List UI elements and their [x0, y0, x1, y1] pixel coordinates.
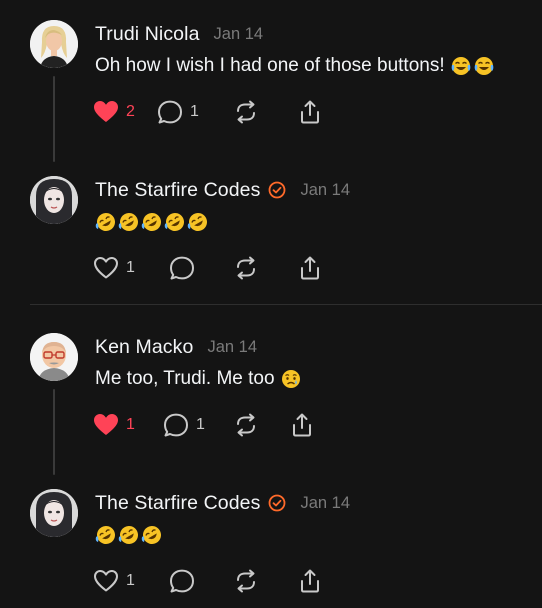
rolling-laughing-emoji [118, 212, 141, 232]
repost-icon [233, 256, 259, 280]
reply-button[interactable]: 1 [157, 100, 233, 124]
thread-line [53, 76, 55, 162]
author-name[interactable]: Trudi Nicola [95, 23, 200, 46]
author-name[interactable]: The Starfire Codes [95, 492, 260, 515]
avatar-trudi[interactable] [30, 20, 78, 68]
rolling-laughing-emoji [95, 525, 118, 545]
share-icon [289, 413, 315, 437]
repost-icon [233, 100, 259, 124]
rolling-laughing-emoji [187, 212, 210, 232]
post-date[interactable]: Jan 14 [300, 181, 350, 200]
post-header: The Starfire Codes Jan 14 [95, 490, 350, 516]
verified-badge-icon [268, 181, 286, 199]
post-text [95, 209, 210, 235]
post-text-content: Oh how I wish I had one of those buttons… [95, 55, 450, 76]
laughing-tears-emoji [473, 56, 496, 76]
heart-icon [93, 256, 119, 280]
repost-button[interactable] [233, 569, 297, 593]
avatar-trudi-image [30, 20, 78, 68]
avatar-starfire[interactable] [30, 489, 78, 537]
repost-icon [233, 413, 259, 437]
post-date[interactable]: Jan 14 [207, 338, 257, 357]
share-button[interactable] [297, 256, 323, 280]
post-header: Ken Macko Jan 14 [95, 334, 257, 360]
like-count: 2 [126, 103, 135, 120]
post-date[interactable]: Jan 14 [300, 494, 350, 513]
post-text [95, 522, 164, 548]
avatar-starfire-image [30, 176, 78, 224]
repost-button[interactable] [233, 256, 297, 280]
rolling-laughing-emoji [141, 212, 164, 232]
post-text: Me too, Trudi. Me too [95, 366, 303, 392]
avatar-ken-image [30, 333, 78, 381]
thread-line [53, 389, 55, 475]
reply-count: 1 [196, 416, 205, 433]
post-text-content: Me too, Trudi. Me too [95, 368, 280, 389]
comment-icon [169, 256, 195, 280]
post-header: Trudi Nicola Jan 14 [95, 21, 263, 47]
rolling-laughing-emoji [164, 212, 187, 232]
heart-filled-icon [93, 100, 119, 124]
reply-button[interactable]: 1 [163, 413, 233, 437]
thread-divider [30, 304, 542, 305]
comment-icon [163, 413, 189, 437]
post-date[interactable]: Jan 14 [214, 25, 264, 44]
repost-icon [233, 569, 259, 593]
repost-button[interactable] [233, 413, 289, 437]
author-name[interactable]: Ken Macko [95, 336, 193, 359]
share-icon [297, 569, 323, 593]
share-button[interactable] [297, 100, 323, 124]
post-actions: 2 1 [93, 98, 323, 126]
post-actions: 1 [93, 567, 323, 595]
verified-badge-icon [268, 494, 286, 512]
avatar-starfire[interactable] [30, 176, 78, 224]
heart-icon [93, 569, 119, 593]
like-button[interactable]: 2 [93, 100, 157, 124]
reply-button[interactable] [169, 569, 233, 593]
avatar-ken[interactable] [30, 333, 78, 381]
share-button[interactable] [297, 569, 323, 593]
rolling-laughing-emoji [141, 525, 164, 545]
like-count: 1 [126, 572, 135, 589]
author-name[interactable]: The Starfire Codes [95, 179, 260, 202]
share-button[interactable] [289, 413, 315, 437]
reply-button[interactable] [169, 256, 233, 280]
like-count: 1 [126, 259, 135, 276]
share-icon [297, 256, 323, 280]
heart-filled-icon [93, 413, 119, 437]
laughing-tears-emoji [450, 56, 473, 76]
comment-icon [157, 100, 183, 124]
rolling-laughing-emoji [95, 212, 118, 232]
like-count: 1 [126, 416, 135, 433]
avatar-starfire-image [30, 489, 78, 537]
reply-count: 1 [190, 103, 199, 120]
post-text: Oh how I wish I had one of those buttons… [95, 53, 496, 79]
rolling-laughing-emoji [118, 525, 141, 545]
like-button[interactable]: 1 [93, 569, 169, 593]
comment-icon [169, 569, 195, 593]
post-actions: 1 [93, 254, 323, 282]
post-actions: 1 1 [93, 411, 315, 439]
post-header: The Starfire Codes Jan 14 [95, 177, 350, 203]
repost-button[interactable] [233, 100, 297, 124]
crying-face-emoji [280, 369, 303, 389]
like-button[interactable]: 1 [93, 413, 163, 437]
share-icon [297, 100, 323, 124]
like-button[interactable]: 1 [93, 256, 169, 280]
